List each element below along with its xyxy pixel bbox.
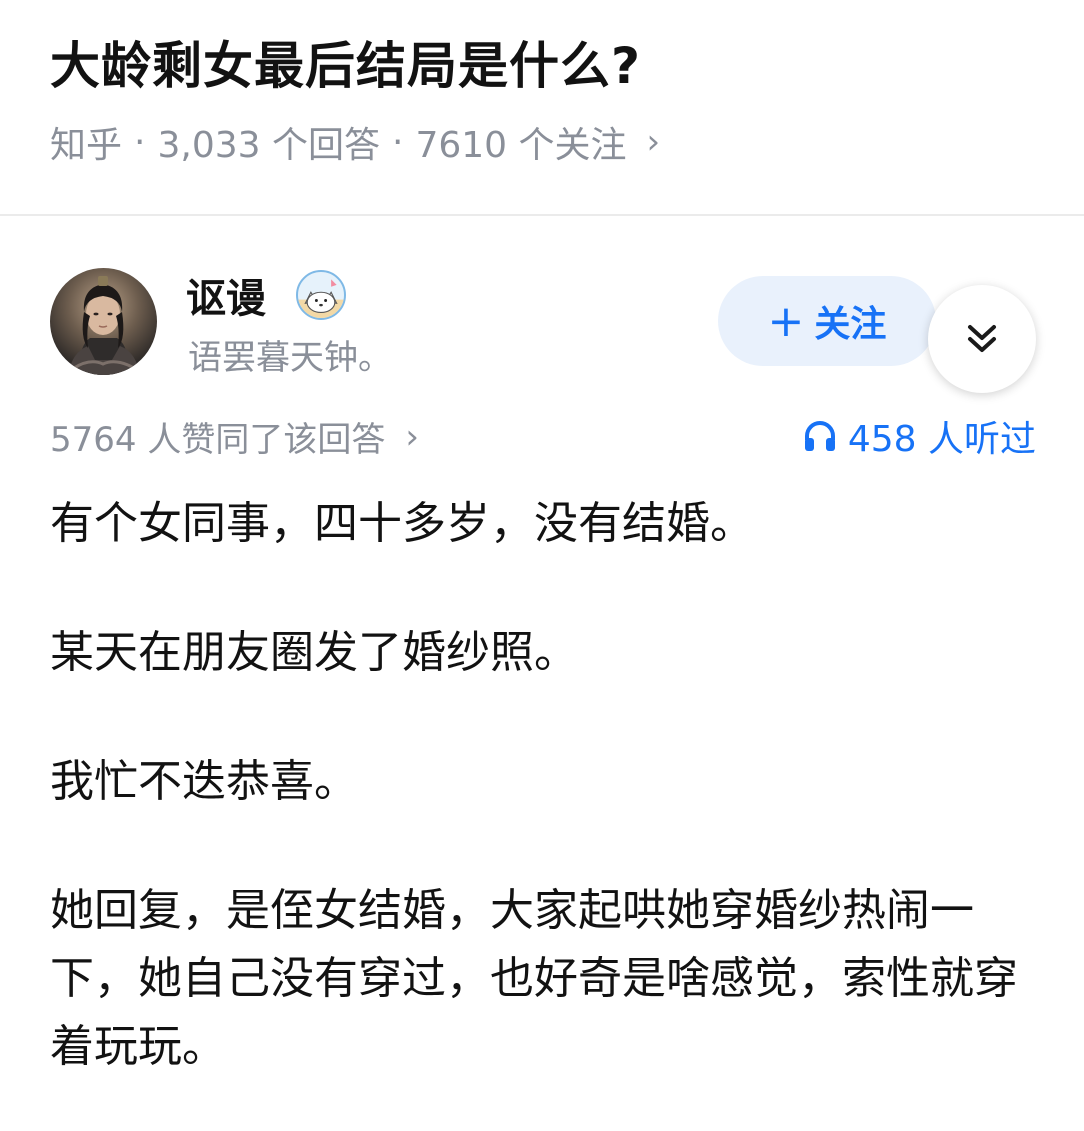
meta-separator: ·	[134, 121, 146, 163]
source-label: 知乎	[50, 125, 123, 166]
listener-count: 458 人听过	[847, 419, 1036, 460]
warrior-avatar-icon	[68, 276, 140, 375]
plus-icon: +	[767, 295, 805, 347]
headphones-icon	[804, 421, 835, 451]
author-avatar[interactable]	[50, 268, 157, 375]
chevron-right-icon: ›	[405, 416, 419, 457]
author-name[interactable]: 讴谩	[186, 266, 266, 324]
answer-count: 3,033 个回答	[157, 125, 380, 166]
double-chevron-down-icon	[968, 325, 996, 352]
answer-page: 大龄剩女最后结局是什么? 知乎 · 3,033 个回答 · 7610 个关注 ›…	[0, 0, 1084, 1131]
cartoon-badge-icon[interactable]	[296, 270, 346, 320]
content-paragraph: 她回复，是侄女结婚，大家起哄她穿婚纱热闹一下，她自己没有穿过，也好奇是啥感觉，索…	[50, 885, 1018, 1072]
section-divider	[0, 214, 1084, 216]
collapse-button[interactable]	[928, 285, 1036, 393]
listen-count[interactable]: 458 人听过	[802, 410, 1036, 462]
content-paragraph: 有个女同事，四十多岁，没有结婚。	[50, 498, 754, 549]
content-paragraph: 我忙不迭恭喜。	[50, 756, 358, 807]
question-meta[interactable]: 知乎 · 3,033 个回答 · 7610 个关注 ›	[50, 116, 660, 168]
question-title[interactable]: 大龄剩女最后结局是什么?	[50, 26, 641, 98]
meta-separator: ·	[391, 121, 404, 163]
chevron-right-icon: ›	[646, 122, 661, 162]
upvote-summary[interactable]: 5764 人赞同了该回答 ›	[50, 412, 419, 461]
author-signature: 语罢暮天钟。	[188, 338, 392, 378]
follow-button[interactable]: + 关注	[718, 276, 936, 366]
upvote-count: 5764 人赞同了该回答	[50, 420, 386, 460]
answer-content: 有个女同事，四十多岁，没有结婚。 某天在朋友圈发了婚纱照。 我忙不迭恭喜。 她回…	[50, 490, 1040, 1081]
follower-count: 7610 个关注	[415, 125, 627, 166]
badge-art-icon	[298, 279, 344, 318]
follow-button-label: 关注	[814, 304, 887, 345]
content-paragraph: 某天在朋友圈发了婚纱照。	[50, 627, 578, 678]
